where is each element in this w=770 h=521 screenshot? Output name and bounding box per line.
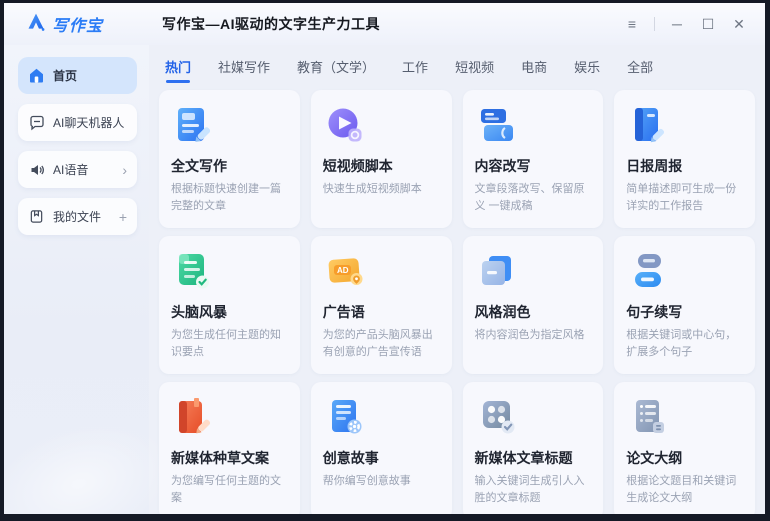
doc-pencil-blue-icon xyxy=(171,103,215,147)
card-description: 输入关键词生成引人入胜的文章标题 xyxy=(475,473,592,506)
card-title: 日报周报 xyxy=(626,156,743,176)
tool-card-new-media-seeding-copy[interactable]: 新媒体种草文案为您编写任何主题的文案 xyxy=(159,382,300,514)
card-title: 新媒体文章标题 xyxy=(475,448,592,468)
app-window: 写作宝 写作宝—AI驱动的文字生产力工具 ≡ ─ ☐ ✕ 首页 AI聊天机器人 AI语音 ›… xyxy=(4,3,765,514)
sidebar-item-label: 首页 xyxy=(53,67,77,84)
sidebar-item-ai-chatbot[interactable]: AI聊天机器人 xyxy=(18,104,137,141)
titlebar: 写作宝 写作宝—AI驱动的文字生产力工具 ≡ ─ ☐ ✕ xyxy=(4,3,765,45)
card-title: 短视频脚本 xyxy=(323,156,440,176)
rewrite-panels-blue-icon xyxy=(475,103,519,147)
controls-separator xyxy=(654,17,655,31)
main-content: 热门 社媒写作 教育（文学） 工作 短视频 电商 娱乐 全部 全文写作根据标题快速创建一篇完整… xyxy=(149,45,765,514)
tool-card-ad-slogan[interactable]: AD 广告语为您的产品头脑风暴出有创意的广告宣传语 xyxy=(311,236,452,374)
card-description: 将内容润色为指定风格 xyxy=(475,327,592,344)
tool-card-sentence-continuation[interactable]: 句子续写根据关键词或中心句，扩展多个句子 xyxy=(614,236,755,374)
tab-education-literature[interactable]: 教育（文学） xyxy=(297,57,375,82)
sidebar-item-label: AI聊天机器人 xyxy=(53,114,124,131)
tool-card-style-polish[interactable]: 风格润色将内容润色为指定风格 xyxy=(463,236,604,374)
category-tabs: 热门 社媒写作 教育（文学） 工作 短视频 电商 娱乐 全部 xyxy=(159,55,757,83)
tab-hot[interactable]: 热门 xyxy=(165,57,191,82)
tool-card-paper-outline[interactable]: 论文大纲根据论文题目和关键词生成论文大纲 xyxy=(614,382,755,514)
card-title: 内容改写 xyxy=(475,156,592,176)
minimize-button[interactable]: ─ xyxy=(665,12,689,36)
outline-doc-slate-icon xyxy=(626,395,670,439)
window-title: 写作宝—AI驱动的文字生产力工具 xyxy=(162,3,380,45)
card-title: 头脑风暴 xyxy=(171,302,288,322)
folders-blue-icon xyxy=(475,249,519,293)
tab-short-video[interactable]: 短视频 xyxy=(455,57,494,82)
video-play-purple-icon xyxy=(323,103,367,147)
card-description: 为您生成任何主题的知识要点 xyxy=(171,327,288,360)
card-description: 根据标题快速创建一篇完整的文章 xyxy=(171,181,288,214)
ad-wallet-orange-icon: AD xyxy=(323,249,367,293)
maximize-button[interactable]: ☐ xyxy=(696,12,720,36)
card-description: 根据论文题目和关键词生成论文大纲 xyxy=(626,473,743,506)
chat-icon xyxy=(28,114,45,131)
menu-button[interactable]: ≡ xyxy=(620,12,644,36)
tool-card-full-text-writing[interactable]: 全文写作根据标题快速创建一篇完整的文章 xyxy=(159,90,300,228)
tool-card-new-media-article-title[interactable]: 新媒体文章标题输入关键词生成引人入胜的文章标题 xyxy=(463,382,604,514)
tab-entertainment[interactable]: 娱乐 xyxy=(574,57,600,82)
card-title: 句子续写 xyxy=(626,302,743,322)
file-icon xyxy=(28,208,45,225)
tool-card-brainstorm[interactable]: 头脑风暴为您生成任何主题的知识要点 xyxy=(159,236,300,374)
tool-card-daily-weekly-report[interactable]: 日报周报简单描述即可生成一份详实的工作报告 xyxy=(614,90,755,228)
close-button[interactable]: ✕ xyxy=(727,12,751,36)
window-controls: ≡ ─ ☐ ✕ xyxy=(620,3,751,45)
tool-card-short-video-script[interactable]: 短视频脚本快速生成短视频脚本 xyxy=(311,90,452,228)
tab-ecommerce[interactable]: 电商 xyxy=(521,57,547,82)
sidebar: 首页 AI聊天机器人 AI语音 › 我的文件 + xyxy=(4,45,149,514)
card-title: 论文大纲 xyxy=(626,448,743,468)
logo-text: 写作宝 xyxy=(52,12,103,36)
svg-text:AD: AD xyxy=(337,266,349,275)
checklist-green-icon xyxy=(171,249,215,293)
home-icon xyxy=(28,67,45,84)
card-description: 简单描述即可生成一份详实的工作报告 xyxy=(626,181,743,214)
grid-check-slate-icon xyxy=(475,395,519,439)
card-title: 风格润色 xyxy=(475,302,592,322)
doc-gear-blue-icon xyxy=(323,395,367,439)
card-title: 广告语 xyxy=(323,302,440,322)
chevron-icon[interactable]: › xyxy=(122,163,127,177)
tab-social-media-writing[interactable]: 社媒写作 xyxy=(218,57,270,82)
tool-card-creative-story[interactable]: 创意故事帮你编写创意故事 xyxy=(311,382,452,514)
sidebar-item-label: AI语音 xyxy=(53,161,88,178)
bubbles-blue-icon xyxy=(626,249,670,293)
card-description: 为您的产品头脑风暴出有创意的广告宣传语 xyxy=(323,327,440,360)
report-book-blue-icon xyxy=(626,103,670,147)
tab-work[interactable]: 工作 xyxy=(402,57,428,82)
tool-card-grid: 全文写作根据标题快速创建一篇完整的文章短视频脚本快速生成短视频脚本内容改写文章段… xyxy=(159,90,757,514)
card-title: 创意故事 xyxy=(323,448,440,468)
card-description: 帮你编写创意故事 xyxy=(323,473,440,490)
card-title: 新媒体种草文案 xyxy=(171,448,288,468)
tab-all[interactable]: 全部 xyxy=(627,57,653,82)
app-logo[interactable]: 写作宝 xyxy=(4,12,149,37)
sidebar-item-my-files[interactable]: 我的文件 + xyxy=(18,198,137,235)
card-description: 快速生成短视频脚本 xyxy=(323,181,440,198)
book-pencil-red-icon xyxy=(171,395,215,439)
add-icon[interactable]: + xyxy=(119,210,127,224)
sidebar-item-home[interactable]: 首页 xyxy=(18,57,137,94)
card-description: 根据关键词或中心句，扩展多个句子 xyxy=(626,327,743,360)
card-description: 文章段落改写、保留原义 一键成稿 xyxy=(475,181,592,214)
voice-icon xyxy=(28,161,45,178)
sidebar-item-ai-voice[interactable]: AI语音 › xyxy=(18,151,137,188)
card-description: 为您编写任何主题的文案 xyxy=(171,473,288,506)
sidebar-item-label: 我的文件 xyxy=(53,208,101,225)
tool-card-content-rewrite[interactable]: 内容改写文章段落改写、保留原义 一键成稿 xyxy=(463,90,604,228)
logo-icon xyxy=(26,12,46,37)
card-title: 全文写作 xyxy=(171,156,288,176)
